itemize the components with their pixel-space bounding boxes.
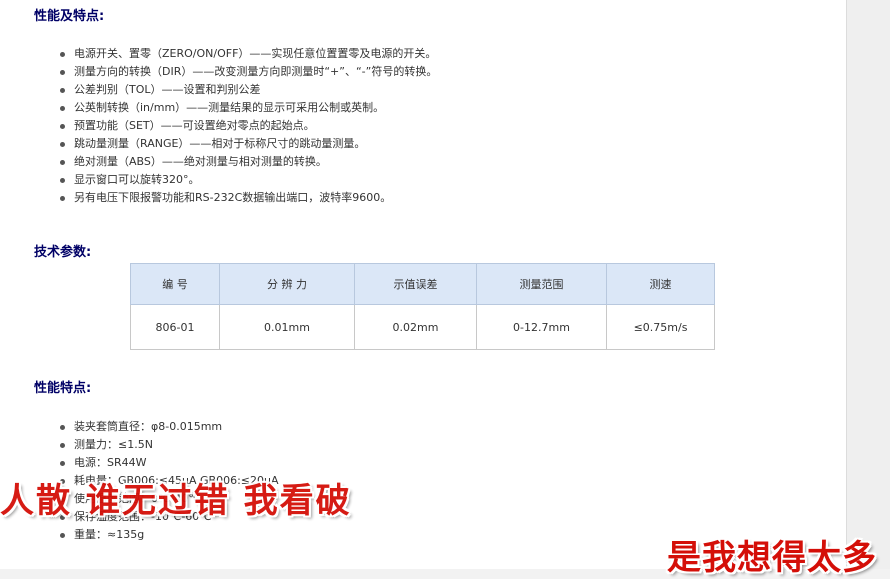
table-header-cell: 编 号 [130,263,220,305]
features-list: 电源开关、置零（ZERO/ON/OFF）——实现任意位置置零及电源的开关。 测量… [58,45,437,207]
list-item: 测量力：≤1.5N [58,436,279,454]
table-cell: ≤0.75m/s [606,304,715,350]
table-cell: 806-01 [130,304,220,350]
table-header-cell: 示值误差 [354,263,477,305]
list-item: 绝对测量（ABS）——绝对测量与相对测量的转换。 [58,153,437,171]
list-item: 显示窗口可以旋转320°。 [58,171,437,189]
overlay-caption-text: 是我想得太多 [667,538,877,578]
overlay-caption-text: 人散 谁无过错 我看破 [0,481,352,521]
section-title-features: 性能及特点: [34,9,105,24]
table-cell: 0.02mm [354,304,477,350]
list-item: 电源开关、置零（ZERO/ON/OFF）——实现任意位置置零及电源的开关。 [58,45,437,63]
table-cell: 0-12.7mm [476,304,607,350]
section-title-specs: 技术参数: [34,245,92,260]
table-header-cell: 测速 [606,263,715,305]
list-item: 公差判别（TOL）——设置和判别公差 [58,81,437,99]
table-cell: 0.01mm [219,304,355,350]
page-side-margin [846,0,890,569]
list-item: 预置功能（SET）——可设置绝对零点的起始点。 [58,117,437,135]
list-item: 测量方向的转换（DIR）——改变测量方向即测量时“+”、“-”符号的转换。 [58,63,437,81]
table-header-cell: 测量范围 [476,263,607,305]
specs-table: 编 号 分 辨 力 示值误差 测量范围 测速 806-01 0.01mm 0.0… [130,263,715,350]
list-item: 跳动量测量（RANGE）——相对于标称尺寸的跳动量测量。 [58,135,437,153]
list-item: 公英制转换（in/mm）——测量结果的显示可采用公制或英制。 [58,99,437,117]
table-row: 806-01 0.01mm 0.02mm 0-12.7mm ≤0.75m/s [130,304,715,350]
list-item: 重量：≈135g [58,526,279,544]
list-item: 电源：SR44W [58,454,279,472]
table-header-cell: 分 辨 力 [219,263,355,305]
table-header-row: 编 号 分 辨 力 示值误差 测量范围 测速 [130,263,715,305]
section-title-characteristics: 性能特点: [34,381,92,396]
list-item: 装夹套筒直径：φ8-0.015mm [58,418,279,436]
list-item: 另有电压下限报警功能和RS-232C数据输出端口，波特率9600。 [58,189,437,207]
